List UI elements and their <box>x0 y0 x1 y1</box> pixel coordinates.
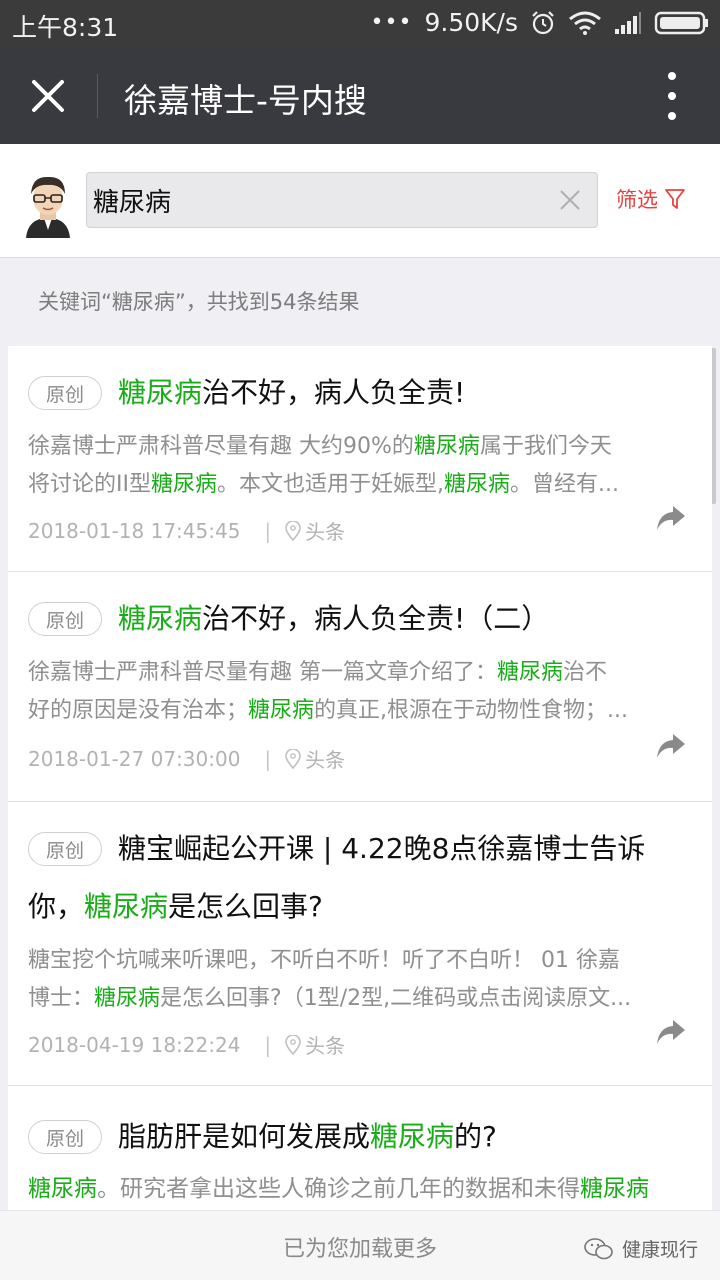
battery-icon <box>654 10 710 36</box>
page-title: 徐嘉博士-号内搜 <box>124 81 367 120</box>
clear-icon <box>560 190 580 210</box>
result-meta: 2018-01-18 17:45:45 | 头条 <box>28 516 345 545</box>
result-description: 糖尿病。研究者拿出这些人确诊之前几年的数据和未得糖尿病 <box>28 1176 649 1202</box>
share-icon <box>657 734 685 758</box>
share-button[interactable] <box>656 1018 686 1046</box>
filter-button[interactable]: 筛选 <box>616 184 686 214</box>
location-pin-icon <box>285 1034 301 1055</box>
result-title[interactable]: 糖宝崛起公开课 | 4.22晚8点徐嘉博士告诉 你，糖尿病是怎么回事? <box>28 820 692 936</box>
result-date: 2018-04-19 18:22:24 <box>28 1032 241 1057</box>
result-source: 头条 <box>285 1030 345 1059</box>
signal-icon <box>614 11 642 35</box>
status-right: ••• 9.50K/s <box>371 8 710 37</box>
result-item[interactable]: 原创 糖尿病治不好，病人负全责! 徐嘉博士严肃科普尽量有趣 大约90%的糖尿病属… <box>8 346 712 572</box>
location-pin-icon <box>285 748 301 769</box>
filter-label: 筛选 <box>616 188 658 212</box>
more-dot-icon <box>668 72 676 80</box>
title-bar: 徐嘉博士-号内搜 <box>0 48 720 144</box>
more-notifications-icon: ••• <box>370 10 413 35</box>
title-divider <box>97 74 98 118</box>
close-button[interactable] <box>22 70 74 122</box>
more-dot-icon <box>668 112 676 120</box>
wechat-icon <box>584 1237 613 1259</box>
alarm-icon <box>530 10 556 36</box>
result-description: 徐嘉博士严肃科普尽量有趣 第一篇文章介绍了：糖尿病治不 好的原因是没有治本；糖尿… <box>28 660 629 723</box>
share-button[interactable] <box>656 504 686 532</box>
status-bar: 上午8:31 ••• 9.50K/s <box>0 0 720 48</box>
watermark-text: 健康现行 <box>621 1239 698 1261</box>
result-item[interactable]: 原创 糖宝崛起公开课 | 4.22晚8点徐嘉博士告诉 你，糖尿病是怎么回事? 糖… <box>8 802 712 1086</box>
results-list: 原创 糖尿病治不好，病人负全责! 徐嘉博士严肃科普尽量有趣 大约90%的糖尿病属… <box>8 346 712 1226</box>
search-box <box>86 172 598 228</box>
load-more-bar: 已为您加载更多 健康现行 <box>0 1210 720 1280</box>
result-title[interactable]: 脂肪肝是如何发展成糖尿病的? <box>28 1108 692 1166</box>
result-meta: 2018-04-19 18:22:24 | 头条 <box>28 1030 345 1059</box>
share-icon <box>657 1020 685 1044</box>
result-date: 2018-01-18 17:45:45 <box>28 518 241 543</box>
share-icon <box>657 506 685 530</box>
result-title[interactable]: 糖尿病治不好，病人负全责! <box>28 364 692 422</box>
location-pin-icon <box>285 520 301 541</box>
account-avatar[interactable] <box>22 172 74 238</box>
result-item[interactable]: 原创 脂肪肝是如何发展成糖尿病的? 糖尿病。研究者拿出这些人确诊之前几年的数据和… <box>8 1086 712 1226</box>
more-dot-icon <box>668 92 676 100</box>
watermark: 健康现行 <box>584 1235 698 1262</box>
search-input[interactable] <box>93 173 543 227</box>
close-icon <box>32 80 64 112</box>
share-button[interactable] <box>656 732 686 760</box>
result-description: 糖宝挖个坑喊来听课吧，不听白不听！听了不白听！ 01 徐嘉 博士：糖尿病是怎么回… <box>28 948 632 1011</box>
wifi-icon <box>568 11 602 35</box>
result-source: 头条 <box>285 516 345 545</box>
result-source: 头条 <box>285 744 345 773</box>
result-date: 2018-01-27 07:30:00 <box>28 746 241 771</box>
result-title[interactable]: 糖尿病治不好，病人负全责!（二） <box>28 590 692 648</box>
results-summary: 关键词“糖尿病”，共找到54条结果 <box>38 290 360 314</box>
network-speed: 9.50K/s <box>424 8 518 37</box>
filter-icon <box>665 189 685 209</box>
result-meta: 2018-01-27 07:30:00 | 头条 <box>28 744 345 773</box>
more-options-button[interactable] <box>660 72 684 120</box>
result-description: 徐嘉博士严肃科普尽量有趣 大约90%的糖尿病属于我们今天 将讨论的II型糖尿病。… <box>28 434 619 497</box>
clear-search-button[interactable] <box>557 187 583 213</box>
search-header: 筛选 <box>0 144 720 258</box>
status-time: 上午8:31 <box>12 13 119 42</box>
result-item[interactable]: 原创 糖尿病治不好，病人负全责!（二） 徐嘉博士严肃科普尽量有趣 第一篇文章介绍… <box>8 572 712 802</box>
